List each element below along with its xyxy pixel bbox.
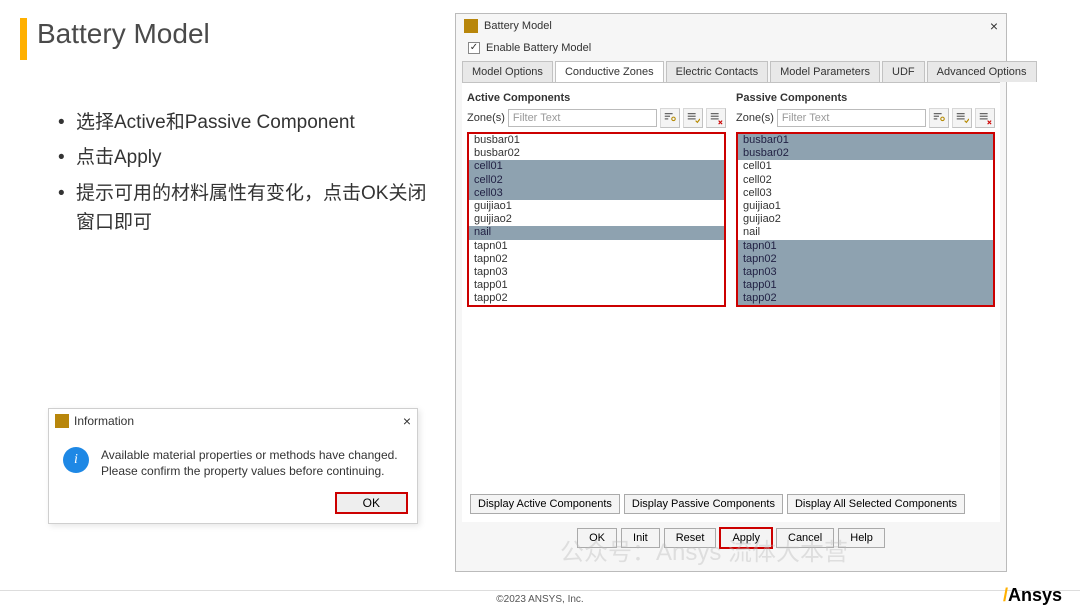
tab-udf[interactable]: UDF [882,61,925,82]
bullet-item: 提示可用的材料属性有变化，点击OK关闭窗口即可 [56,179,436,238]
list-item[interactable]: cell01 [469,160,724,173]
list-item[interactable]: busbar01 [469,134,724,147]
list-item[interactable]: cell03 [738,187,993,200]
list-item[interactable]: guijiao2 [469,213,724,226]
info-icon: i [63,447,89,473]
list-item[interactable]: guijiao1 [738,200,993,213]
enable-battery-checkbox[interactable]: ✓ [468,42,480,54]
copyright: ©2023 ANSYS, Inc. [0,590,1080,605]
list-item[interactable]: cell02 [469,174,724,187]
display-all-button[interactable]: Display All Selected Components [787,494,965,514]
filter-sort-icon[interactable] [929,108,949,128]
list-item[interactable]: tapn02 [738,253,993,266]
tab-electric-contacts[interactable]: Electric Contacts [666,61,769,82]
list-item[interactable]: tapn02 [469,253,724,266]
cancel-button[interactable]: Cancel [776,528,834,548]
passive-filter-input[interactable]: Filter Text [777,109,926,127]
list-item[interactable]: tapn03 [738,266,993,279]
tab-model-parameters[interactable]: Model Parameters [770,61,880,82]
battery-dialog-title: Battery Model [484,20,552,32]
list-item[interactable]: guijiao1 [469,200,724,213]
tab-bar: Model Options Conductive Zones Electric … [456,61,1006,82]
display-active-button[interactable]: Display Active Components [470,494,620,514]
zones-label: Zone(s) [467,112,505,124]
list-item[interactable]: nail [738,226,993,239]
tab-model-options[interactable]: Model Options [462,61,553,82]
tab-conductive-zones[interactable]: Conductive Zones [555,61,664,82]
list-item[interactable]: cell03 [469,187,724,200]
enable-battery-label: Enable Battery Model [486,42,591,54]
ansys-logo: /Ansys [1003,585,1062,606]
bullet-item: 选择Active和Passive Component [56,108,436,137]
list-item[interactable]: tapn01 [738,240,993,253]
display-passive-button[interactable]: Display Passive Components [624,494,783,514]
passive-components-list[interactable]: busbar01busbar02cell01cell02cell03guijia… [736,132,995,307]
reset-button[interactable]: Reset [664,528,717,548]
bullet-list: 选择Active和Passive Component 点击Apply 提示可用的… [56,108,436,244]
list-item[interactable]: tapp02 [469,292,724,305]
tab-advanced-options[interactable]: Advanced Options [927,61,1037,82]
list-item[interactable]: busbar01 [738,134,993,147]
list-item[interactable]: tapn03 [469,266,724,279]
filter-sort-icon[interactable] [660,108,680,128]
deselect-all-icon[interactable] [975,108,995,128]
list-item[interactable]: busbar02 [738,147,993,160]
slide-title: Battery Model [37,18,210,50]
active-components-title: Active Components [467,92,726,104]
ok-button[interactable]: OK [577,528,617,548]
list-item[interactable]: tapp01 [469,279,724,292]
list-item[interactable]: tapn01 [469,240,724,253]
list-item[interactable]: cell01 [738,160,993,173]
list-item[interactable]: nail [469,226,724,239]
select-all-icon[interactable] [683,108,703,128]
title-accent-bar [20,18,27,60]
info-app-icon [55,414,69,428]
active-filter-input[interactable]: Filter Text [508,109,657,127]
battery-close-icon[interactable]: × [990,18,998,34]
info-line-2: Please confirm the property values befor… [101,463,398,479]
list-item[interactable]: busbar02 [469,147,724,160]
passive-components-title: Passive Components [736,92,995,104]
deselect-all-icon[interactable] [706,108,726,128]
list-item[interactable]: tapp02 [738,292,993,305]
init-button[interactable]: Init [621,528,660,548]
battery-app-icon [464,19,478,33]
info-dialog-title: Information [74,414,134,428]
battery-model-dialog: Battery Model × ✓ Enable Battery Model M… [455,13,1007,572]
select-all-icon[interactable] [952,108,972,128]
list-item[interactable]: guijiao2 [738,213,993,226]
list-item[interactable]: tapp01 [738,279,993,292]
help-button[interactable]: Help [838,528,885,548]
bullet-item: 点击Apply [56,143,436,172]
list-item[interactable]: cell02 [738,174,993,187]
zones-label: Zone(s) [736,112,774,124]
info-line-1: Available material properties or methods… [101,447,398,463]
apply-button[interactable]: Apply [720,528,772,548]
active-components-list[interactable]: busbar01busbar02cell01cell02cell03guijia… [467,132,726,307]
info-ok-button[interactable]: OK [336,493,407,513]
information-dialog: Information × i Available material prope… [48,408,418,524]
info-close-icon[interactable]: × [403,413,411,429]
